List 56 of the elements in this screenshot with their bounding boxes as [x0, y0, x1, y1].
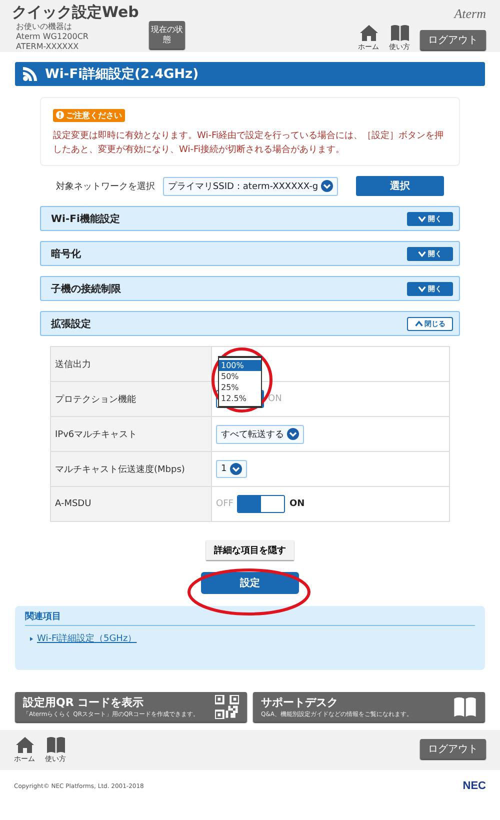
- dropdown-icon: [230, 463, 242, 475]
- status-button[interactable]: 現在の状態: [148, 21, 185, 49]
- book-icon: [453, 695, 477, 719]
- select-field[interactable]: すべて転送する: [216, 424, 304, 444]
- notice-text: 設定変更は即時に有効となります。Wi-Fi経由で設定を行っている場合には、［設定］ボタンを押したあと、変更が有効になり、Wi-Fi接続が切断される場合があります。: [53, 130, 444, 157]
- select-field[interactable]: 1: [216, 460, 247, 478]
- section-title: 暗号化: [51, 247, 81, 260]
- app-title: クイック設定Web: [12, 3, 139, 22]
- select-button[interactable]: 選択: [356, 176, 444, 196]
- device-info: Aterm WG1200CR: [15, 32, 90, 42]
- page-title: Wi-Fi詳細設定(2.4GHz): [45, 66, 199, 83]
- related-title: 関連項目: [25, 610, 475, 626]
- chevron-icon: [414, 320, 422, 327]
- chevron-icon: [418, 250, 426, 257]
- brand-logo: NEC: [462, 780, 486, 792]
- wifi-icon: [23, 67, 39, 81]
- device-info: お使いの機器は: [15, 22, 73, 32]
- on-label: ON: [268, 394, 282, 404]
- setting-label: A-MSDU: [50, 486, 212, 522]
- brand-logo: Aterm: [454, 6, 486, 22]
- toggle-switch[interactable]: [237, 495, 286, 513]
- on-label: ON: [289, 499, 305, 509]
- card-title: 設定用QR コードを表示: [23, 695, 145, 710]
- card-title: サポートデスク: [261, 695, 339, 710]
- section-title: 拡張設定: [51, 317, 91, 330]
- dropdown-icon: [321, 180, 334, 192]
- dropdown-option[interactable]: 25%: [219, 382, 261, 393]
- chevron-icon: [418, 215, 426, 222]
- dropdown-option[interactable]: 100%: [219, 360, 261, 371]
- setting-label: プロテクション機能: [50, 382, 212, 416]
- home-icon: [358, 24, 378, 42]
- dropdown-option[interactable]: 50%: [219, 371, 261, 382]
- qr-code-icon: [215, 695, 239, 719]
- setting-label: IPv6マルチキャスト: [50, 416, 212, 452]
- book-icon: [390, 24, 410, 42]
- dropdown-option[interactable]: 12.5%: [219, 393, 261, 404]
- dropdown-icon: [287, 428, 299, 440]
- apply-button[interactable]: 設定: [201, 572, 299, 594]
- warning-icon: [56, 111, 64, 119]
- hide-details-button[interactable]: 詳細な項目を隠す: [206, 540, 294, 560]
- network-select[interactable]: プライマリSSID：aterm-XXXXXX-g: [162, 176, 338, 196]
- section-title: 子機の接続制限: [51, 282, 121, 296]
- book-icon: [46, 736, 66, 754]
- chevron-icon: [418, 285, 426, 292]
- setting-label: 送信出力: [50, 346, 212, 382]
- logout-button[interactable]: ログアウト: [420, 739, 486, 759]
- off-label: OFF: [216, 499, 234, 509]
- bullet-icon: [30, 636, 33, 640]
- network-label: 対象ネットワークを選択: [56, 180, 155, 192]
- logout-button[interactable]: ログアウト: [420, 30, 486, 50]
- section-title: Wi-Fi機能設定: [51, 212, 120, 226]
- warning-badge: ご注意ください: [53, 108, 125, 122]
- device-info: ATERM-XXXXXX: [15, 42, 80, 52]
- home-icon: [14, 736, 34, 754]
- related-link[interactable]: Wi-Fi詳細設定（5GHz）: [30, 632, 475, 645]
- setting-label: マルチキャスト伝送速度(Mbps): [50, 452, 212, 486]
